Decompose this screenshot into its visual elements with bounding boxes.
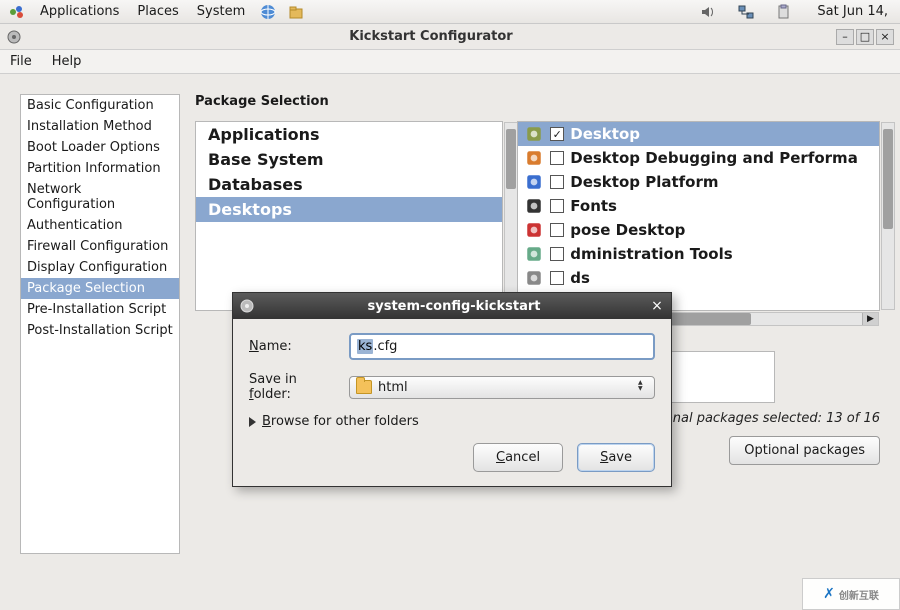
package-checkbox[interactable] xyxy=(550,151,564,165)
package-name: ds xyxy=(570,269,590,287)
package-checkbox[interactable]: ✓ xyxy=(550,127,564,141)
sidebar-item[interactable]: Display Configuration xyxy=(21,257,179,278)
dialog-icon xyxy=(239,298,255,314)
panel-left: Applications Places System xyxy=(4,2,309,21)
package-name: Desktop Debugging and Performa xyxy=(570,149,858,167)
sidebar-item[interactable]: Partition Information xyxy=(21,158,179,179)
watermark-text: 创新互联 xyxy=(839,587,879,602)
dialog-close-button[interactable]: × xyxy=(649,298,665,314)
optional-packages-button[interactable]: Optional packages xyxy=(729,436,880,465)
package-checkbox[interactable] xyxy=(550,199,564,213)
package-checkbox[interactable] xyxy=(550,223,564,237)
category-item[interactable]: Desktops xyxy=(196,197,502,222)
package-item[interactable]: ✓ Desktop xyxy=(518,122,879,146)
panel-system[interactable]: System xyxy=(189,2,253,21)
window-title: Kickstart Configurator xyxy=(28,29,834,44)
file-manager-launcher-icon[interactable] xyxy=(287,3,305,21)
dialog-title: system-config-kickstart xyxy=(259,299,649,314)
package-name: Desktop Platform xyxy=(570,173,718,191)
package-type-icon xyxy=(524,268,544,288)
panel-clock[interactable]: Sat Jun 14, xyxy=(809,2,896,21)
combo-spinner-icon[interactable]: ▲▼ xyxy=(638,380,648,394)
package-item[interactable]: Desktop Platform xyxy=(518,170,879,194)
package-item[interactable]: dministration Tools xyxy=(518,242,879,266)
package-name: dministration Tools xyxy=(570,245,732,263)
package-checkbox[interactable] xyxy=(550,247,564,261)
package-list: ✓ Desktop Desktop Debugging and Performa De… xyxy=(517,121,880,311)
sidebar-item[interactable]: Firewall Configuration xyxy=(21,236,179,257)
window-maximize-button[interactable]: □ xyxy=(856,29,874,45)
panel-right: Sat Jun 14, xyxy=(695,2,896,21)
package-item[interactable]: ds xyxy=(518,266,879,290)
package-type-icon xyxy=(524,244,544,264)
distro-logo-icon xyxy=(8,3,26,21)
category-item[interactable]: Applications xyxy=(196,122,502,147)
panel-applications[interactable]: Applications xyxy=(32,2,127,21)
volume-icon[interactable] xyxy=(699,3,717,21)
page-heading: Package Selection xyxy=(195,94,880,109)
package-type-icon xyxy=(524,220,544,240)
browser-launcher-icon[interactable] xyxy=(259,3,277,21)
sidebar-item[interactable]: Boot Loader Options xyxy=(21,137,179,158)
sidebar-item[interactable]: Package Selection xyxy=(21,278,179,299)
cancel-button[interactable]: Cancel xyxy=(473,443,563,472)
selection-panels: ApplicationsBase SystemDatabasesDesktops… xyxy=(195,121,880,311)
expander-arrow-icon xyxy=(249,417,256,427)
save-dialog: system-config-kickstart × Name: ks.cfg S… xyxy=(232,292,672,487)
dialog-titlebar: system-config-kickstart × xyxy=(233,293,671,319)
window-titlebar: Kickstart Configurator – □ × xyxy=(0,24,900,50)
app-icon xyxy=(6,29,22,45)
menubar: File Help xyxy=(0,50,900,74)
folder-icon xyxy=(356,380,372,394)
sidebar-item[interactable]: Installation Method xyxy=(21,116,179,137)
gnome-top-panel: Applications Places System Sat Jun 14, xyxy=(0,0,900,24)
package-scrollbar-v[interactable] xyxy=(881,122,895,310)
package-checkbox[interactable] xyxy=(550,271,564,285)
menu-file[interactable]: File xyxy=(0,51,42,72)
package-item[interactable]: Fonts xyxy=(518,194,879,218)
menu-help[interactable]: Help xyxy=(42,51,92,72)
sidebar-item[interactable]: Authentication xyxy=(21,215,179,236)
watermark-logo-icon: ✗ xyxy=(823,586,835,602)
package-item[interactable]: Desktop Debugging and Performa xyxy=(518,146,879,170)
package-checkbox[interactable] xyxy=(550,175,564,189)
package-name: Fonts xyxy=(570,197,617,215)
category-scrollbar[interactable] xyxy=(504,122,518,310)
network-icon[interactable] xyxy=(737,3,755,21)
sidebar-item[interactable]: Post-Installation Script xyxy=(21,320,179,341)
folder-label: Save in folder: xyxy=(249,372,339,402)
dialog-body: Name: ks.cfg Save in folder: html ▲▼ Bro… xyxy=(233,319,671,486)
sidebar-item[interactable]: Basic Configuration xyxy=(21,95,179,116)
section-sidebar: Basic ConfigurationInstallation MethodBo… xyxy=(20,94,180,554)
window-minimize-button[interactable]: – xyxy=(836,29,854,45)
package-type-icon xyxy=(524,124,544,144)
filename-input[interactable]: ks.cfg xyxy=(349,333,655,360)
category-list: ApplicationsBase SystemDatabasesDesktops xyxy=(195,121,503,311)
folder-combo[interactable]: html ▲▼ xyxy=(349,376,655,399)
name-label: Name: xyxy=(249,339,339,354)
category-item[interactable]: Databases xyxy=(196,172,502,197)
window-close-button[interactable]: × xyxy=(876,29,894,45)
sidebar-item[interactable]: Network Configuration xyxy=(21,179,179,215)
package-type-icon xyxy=(524,172,544,192)
package-name: pose Desktop xyxy=(570,221,685,239)
sidebar-item[interactable]: Pre-Installation Script xyxy=(21,299,179,320)
category-item[interactable]: Base System xyxy=(196,147,502,172)
panel-places[interactable]: Places xyxy=(129,2,186,21)
clipboard-icon[interactable] xyxy=(775,3,793,21)
watermark: ✗ 创新互联 xyxy=(802,578,900,610)
package-type-icon xyxy=(524,148,544,168)
package-item[interactable]: pose Desktop xyxy=(518,218,879,242)
package-type-icon xyxy=(524,196,544,216)
browse-expander[interactable]: Browse for other folders xyxy=(249,414,655,429)
save-button[interactable]: Save xyxy=(577,443,655,472)
package-name: Desktop xyxy=(570,125,640,143)
folder-value: html xyxy=(378,380,408,395)
